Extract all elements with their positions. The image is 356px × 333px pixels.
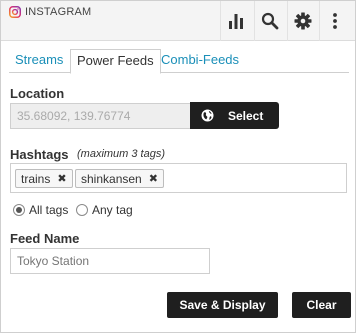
select-location-button[interactable]: Select xyxy=(190,102,279,129)
instagram-icon xyxy=(9,6,21,18)
vertical-dots-icon xyxy=(333,13,337,29)
location-label: Location xyxy=(10,86,65,101)
stats-button[interactable] xyxy=(220,1,252,41)
close-icon[interactable]: ✖ xyxy=(149,172,158,185)
tag-chip: trains ✖ xyxy=(15,169,73,188)
feed-tabs: Streams Power Feeds Combi-Feeds xyxy=(9,49,349,74)
save-display-button[interactable]: Save & Display xyxy=(167,292,278,318)
tab-combi-feeds[interactable]: Combi-Feeds xyxy=(155,49,245,73)
hashtags-label: Hashtags xyxy=(10,147,69,162)
radio-all-tags[interactable]: All tags xyxy=(13,203,68,217)
brand: INSTAGRAM xyxy=(9,5,91,19)
search-button[interactable] xyxy=(254,1,286,41)
location-field[interactable]: 35.68092, 139.76774 xyxy=(10,103,190,129)
radio-button-selected[interactable] xyxy=(13,204,25,216)
tab-power-feeds[interactable]: Power Feeds xyxy=(70,49,161,74)
gear-icon xyxy=(294,12,312,30)
radio-any-tag[interactable]: Any tag xyxy=(76,203,133,217)
settings-button[interactable] xyxy=(287,1,319,41)
tag-label: trains xyxy=(21,171,51,186)
feed-name-label: Feed Name xyxy=(10,231,80,246)
search-icon xyxy=(261,12,279,30)
globe-icon xyxy=(201,109,214,122)
radio-label: All tags xyxy=(29,203,69,217)
hashtags-input[interactable]: trains ✖ shinkansen ✖ xyxy=(10,163,347,193)
tag-label: shinkansen xyxy=(81,171,142,186)
power-feeds-panel: INSTAGRAM Streams Power Feeds Combi-Feed… xyxy=(0,0,356,333)
select-button-label: Select xyxy=(228,108,264,123)
panel-header: INSTAGRAM xyxy=(1,1,355,41)
clear-button[interactable]: Clear xyxy=(292,292,351,318)
hashtags-hint: (maximum 3 tags) xyxy=(77,148,166,160)
brand-label: INSTAGRAM xyxy=(25,6,92,18)
radio-label: Any tag xyxy=(92,203,133,217)
more-button[interactable] xyxy=(319,1,351,41)
bar-chart-icon xyxy=(229,14,243,29)
close-icon[interactable]: ✖ xyxy=(57,172,66,185)
radio-button[interactable] xyxy=(76,204,88,216)
tag-chip: shinkansen ✖ xyxy=(75,169,164,188)
feed-name-input[interactable] xyxy=(10,248,210,274)
tab-streams[interactable]: Streams xyxy=(9,49,69,73)
